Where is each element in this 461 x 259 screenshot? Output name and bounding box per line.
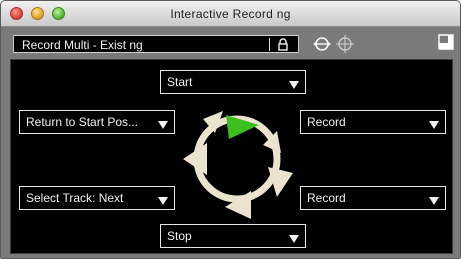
stop-dropdown-label: Stop: [167, 229, 192, 243]
chevron-down-icon: [289, 78, 299, 92]
toolbar: Record Multi - Exist ng: [1, 28, 460, 58]
left-bottom-dropdown[interactable]: Select Track: Next: [19, 186, 175, 210]
expand-icon[interactable]: [312, 34, 332, 59]
right-bottom-dropdown-label: Record: [307, 191, 346, 205]
target-icon[interactable]: [335, 34, 355, 59]
start-dropdown[interactable]: Start: [160, 70, 306, 94]
panel-icon[interactable]: [437, 33, 455, 56]
chevron-down-icon: [429, 194, 439, 208]
preset-selector[interactable]: Record Multi - Exist ng: [13, 35, 299, 53]
chevron-down-icon: [158, 118, 168, 132]
recording-cycle-panel: Start Return to Start Pos... Record Sele…: [10, 59, 453, 254]
chevron-down-icon: [289, 232, 299, 246]
interactive-recording-window: Interactive Record ng Record Multi - Exi…: [0, 0, 461, 259]
preset-divider: [269, 38, 270, 51]
chevron-down-icon: [158, 194, 168, 208]
left-top-dropdown-label: Return to Start Pos...: [26, 115, 139, 129]
record-cycle-diagram: [183, 111, 293, 219]
left-bottom-dropdown-label: Select Track: Next: [26, 191, 124, 205]
lock-icon[interactable]: [276, 37, 290, 57]
right-top-dropdown[interactable]: Record: [300, 110, 446, 134]
chevron-down-icon: [429, 118, 439, 132]
window-title: Interactive Record ng: [170, 7, 291, 21]
start-dropdown-label: Start: [167, 75, 193, 89]
left-top-dropdown[interactable]: Return to Start Pos...: [19, 110, 175, 134]
right-bottom-dropdown[interactable]: Record: [300, 186, 446, 210]
preset-selector-value: Record Multi - Exist ng: [22, 38, 143, 52]
stop-dropdown[interactable]: Stop: [160, 224, 306, 248]
right-top-dropdown-label: Record: [307, 115, 346, 129]
title-bar: Interactive Record ng: [1, 1, 460, 27]
